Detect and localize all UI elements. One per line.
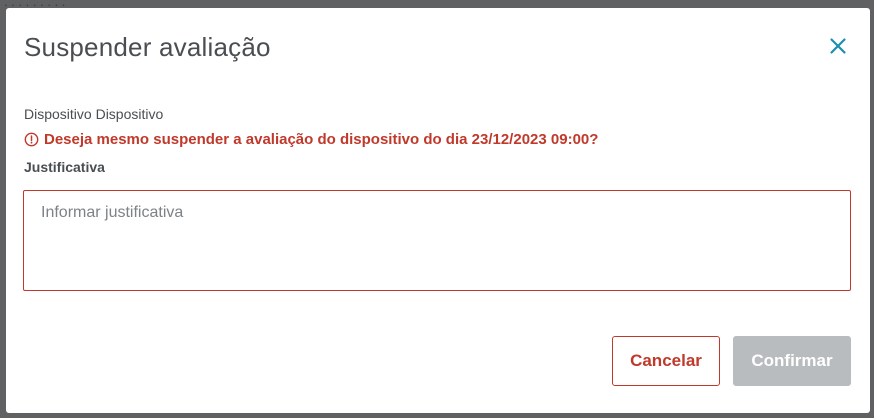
suspend-evaluation-dialog: Suspender avaliação Dispositivo Disposit… xyxy=(6,8,870,413)
warning-text: Deseja mesmo suspender a avaliação do di… xyxy=(44,131,599,148)
close-icon xyxy=(830,38,846,54)
suspend-warning-message: Deseja mesmo suspender a avaliação do di… xyxy=(24,131,598,148)
close-button[interactable] xyxy=(828,36,848,56)
cancel-button[interactable]: Cancelar xyxy=(612,336,720,386)
device-name-label: Dispositivo Dispositivo xyxy=(24,106,164,122)
alert-circle-icon xyxy=(24,132,39,147)
justification-textarea[interactable] xyxy=(23,190,851,291)
justification-label: Justificativa xyxy=(24,159,105,175)
confirm-button[interactable]: Confirmar xyxy=(733,336,851,386)
dialog-title: Suspender avaliação xyxy=(24,32,271,62)
